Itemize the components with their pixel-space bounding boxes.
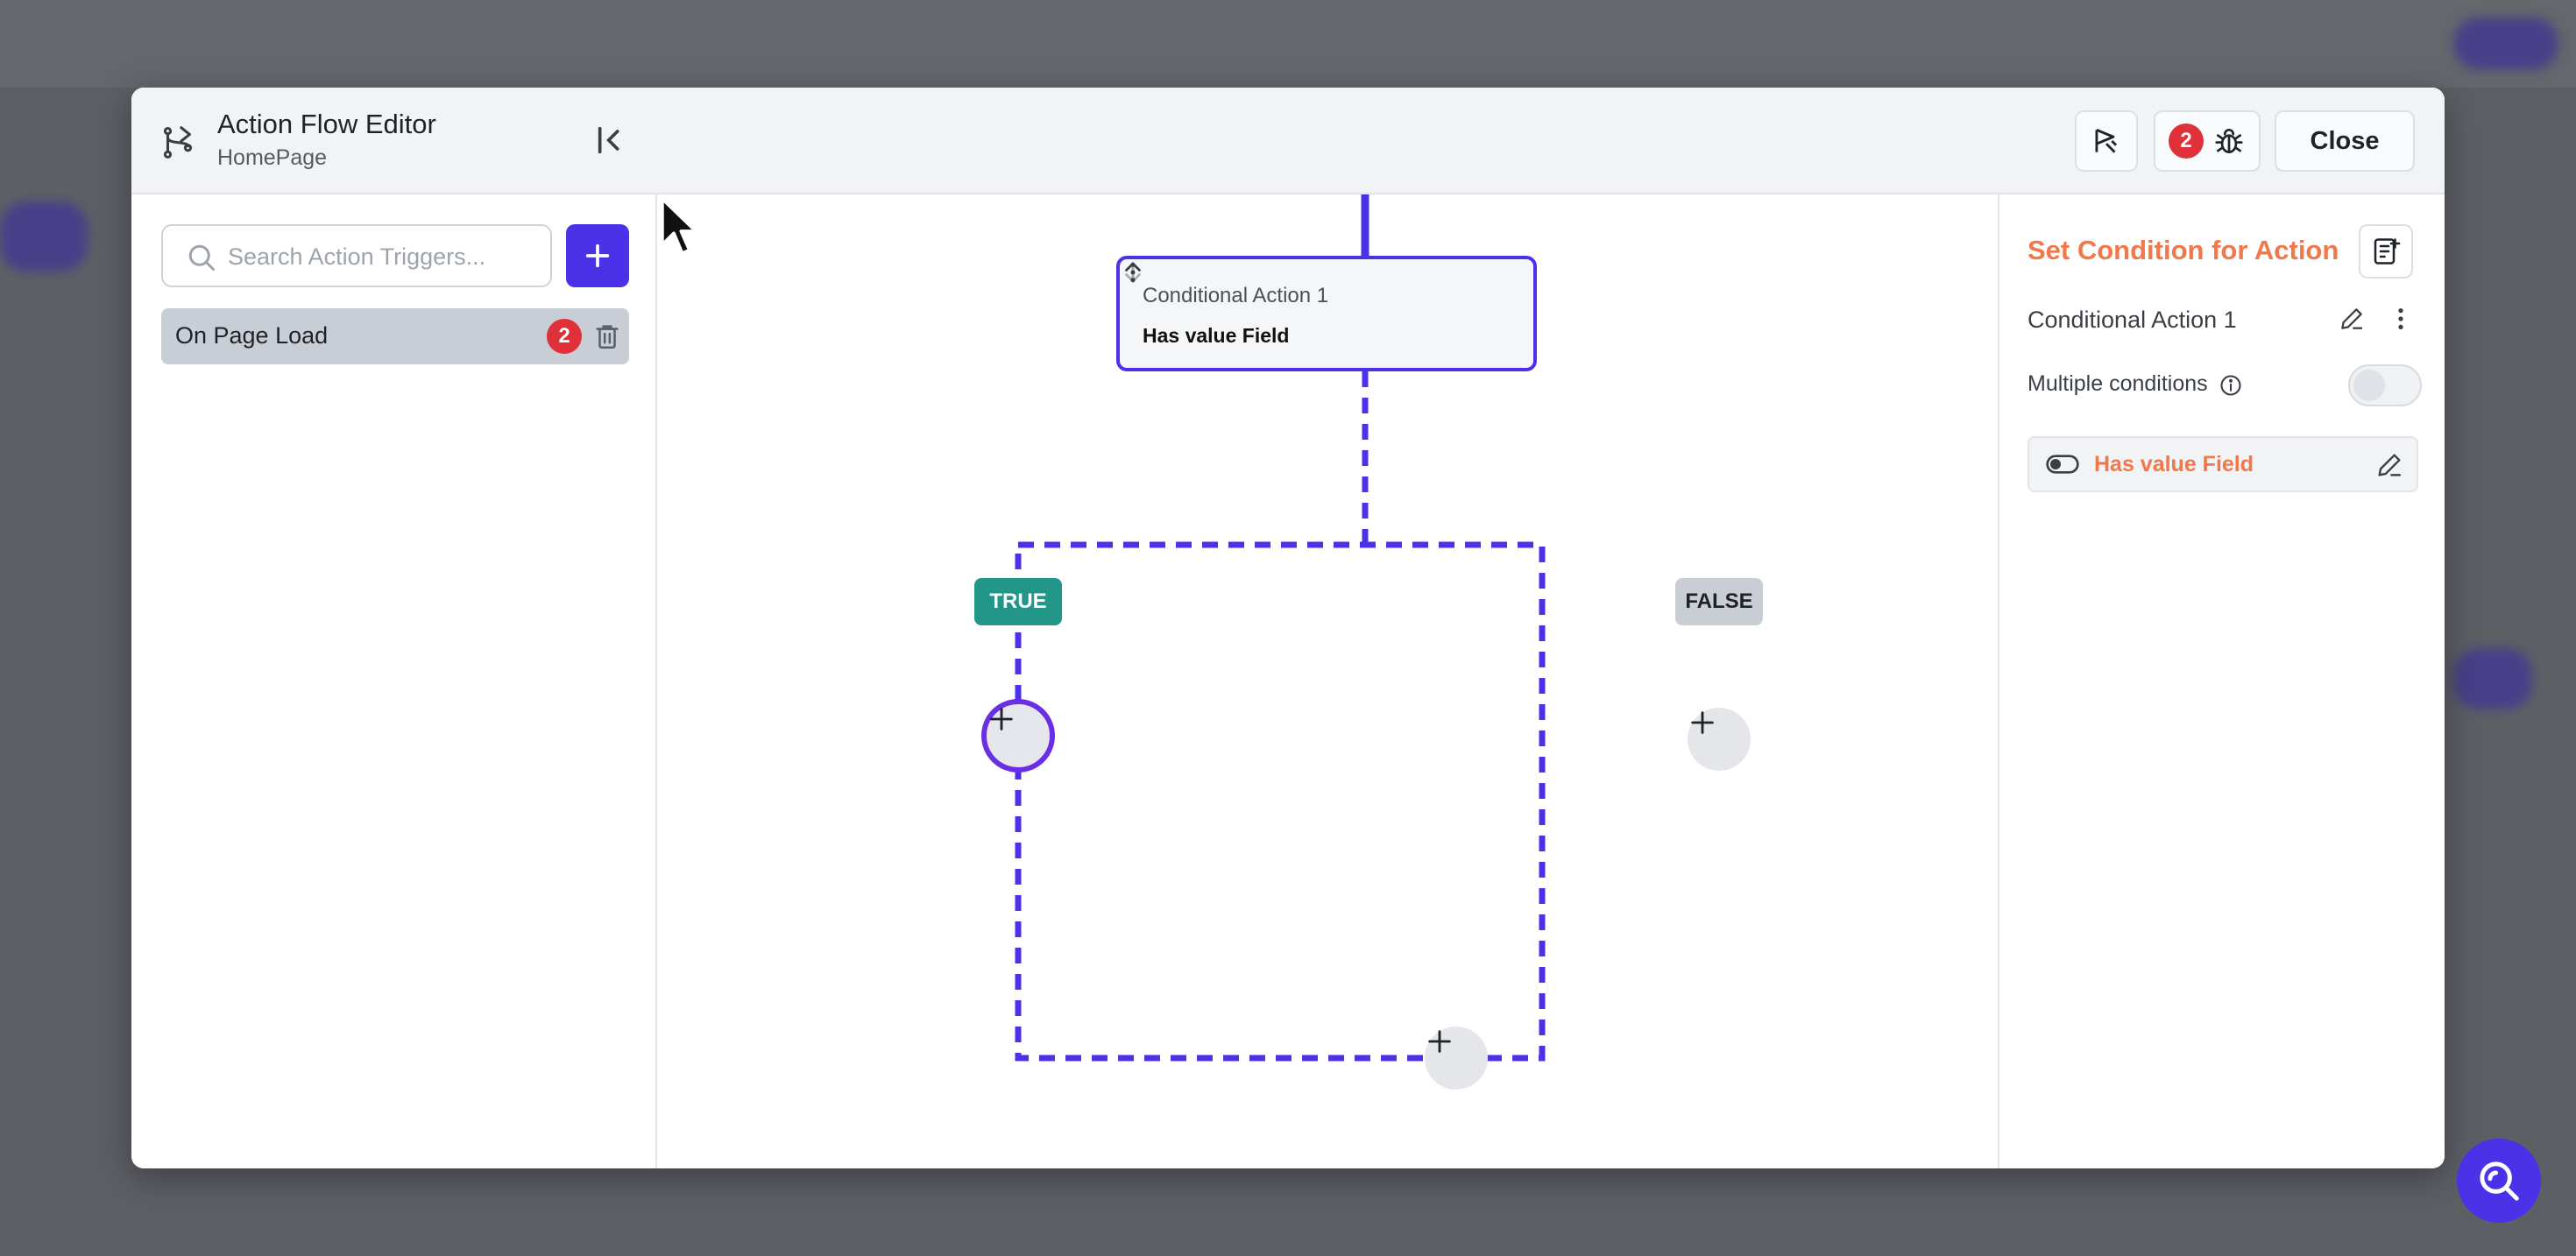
multiple-conditions-label: Multiple conditions [2028, 371, 2208, 396]
notes-button[interactable] [2359, 224, 2413, 279]
help-search-icon [2480, 1161, 2519, 1201]
action-flow-editor-modal: Action Flow Editor HomePage On Page Load… [131, 88, 2445, 1168]
search-icon [188, 244, 215, 271]
true-branch-label: TRUE [974, 578, 1062, 625]
triggers-pane: Action Flow Editor HomePage On Page Load… [131, 88, 657, 1168]
plus-icon [1691, 711, 1714, 734]
conditional-action-node[interactable]: Conditional Action 1 Has value Field [1116, 256, 1537, 371]
note-icon [2374, 238, 2401, 265]
flow-icon [163, 126, 193, 159]
plus-icon [585, 243, 610, 268]
cursor-icon [660, 196, 698, 256]
flag-button[interactable] [2075, 110, 2138, 172]
action-name: Conditional Action 1 [2028, 307, 2237, 333]
node-title: Conditional Action 1 [1143, 284, 1329, 307]
more-vertical-icon[interactable] [2387, 305, 2415, 333]
trigger-item-on-page-load[interactable]: On Page Load 2 [161, 308, 629, 364]
trash-icon[interactable] [592, 321, 622, 352]
collapse-panel-icon[interactable] [594, 123, 629, 158]
debug-count-badge: 2 [2169, 123, 2204, 159]
add-trigger-button[interactable] [566, 224, 629, 287]
page-subtitle: HomePage [217, 145, 328, 170]
edit-icon[interactable] [2374, 450, 2404, 480]
edit-icon[interactable] [2338, 305, 2366, 333]
close-button[interactable]: Close [2275, 110, 2415, 172]
search-triggers-box[interactable] [161, 224, 552, 287]
bug-icon [2215, 129, 2243, 154]
condition-row[interactable]: Has value Field [2028, 436, 2418, 492]
toggle-knob [2353, 370, 2385, 401]
info-icon[interactable] [2219, 373, 2243, 398]
debug-button[interactable]: 2 [2154, 110, 2261, 172]
flag-icon [2095, 129, 2118, 153]
canvas-toolbar: 2 Close [657, 88, 2445, 194]
condition-label: Has value Field [2094, 452, 2254, 476]
search-input[interactable] [228, 235, 534, 279]
toggle-icon [2046, 455, 2079, 474]
editor-header: Action Flow Editor HomePage [131, 88, 657, 194]
add-action-false-button[interactable] [1688, 708, 1751, 771]
plus-icon [1428, 1030, 1451, 1053]
add-action-true-button[interactable] [981, 699, 1055, 773]
trigger-label: On Page Load [175, 322, 329, 349]
node-condition: Has value Field [1143, 324, 1290, 347]
condition-settings-panel: Set Condition for Action Conditional Act… [1998, 194, 2445, 1168]
plus-icon [990, 708, 1013, 730]
panel-title: Set Condition for Action [2028, 235, 2339, 265]
page-title: Action Flow Editor [217, 109, 436, 139]
false-branch-label: FALSE [1675, 578, 1763, 625]
help-search-button[interactable] [2457, 1139, 2541, 1223]
flow-canvas[interactable]: Conditional Action 1 Has value Field TRU… [657, 194, 1998, 1168]
more-vertical-icon[interactable] [1120, 259, 1146, 286]
multiple-conditions-toggle[interactable] [2348, 364, 2422, 406]
add-action-after-button[interactable] [1425, 1027, 1488, 1090]
branch-box [1015, 541, 1546, 1062]
trigger-count-badge: 2 [547, 319, 582, 354]
